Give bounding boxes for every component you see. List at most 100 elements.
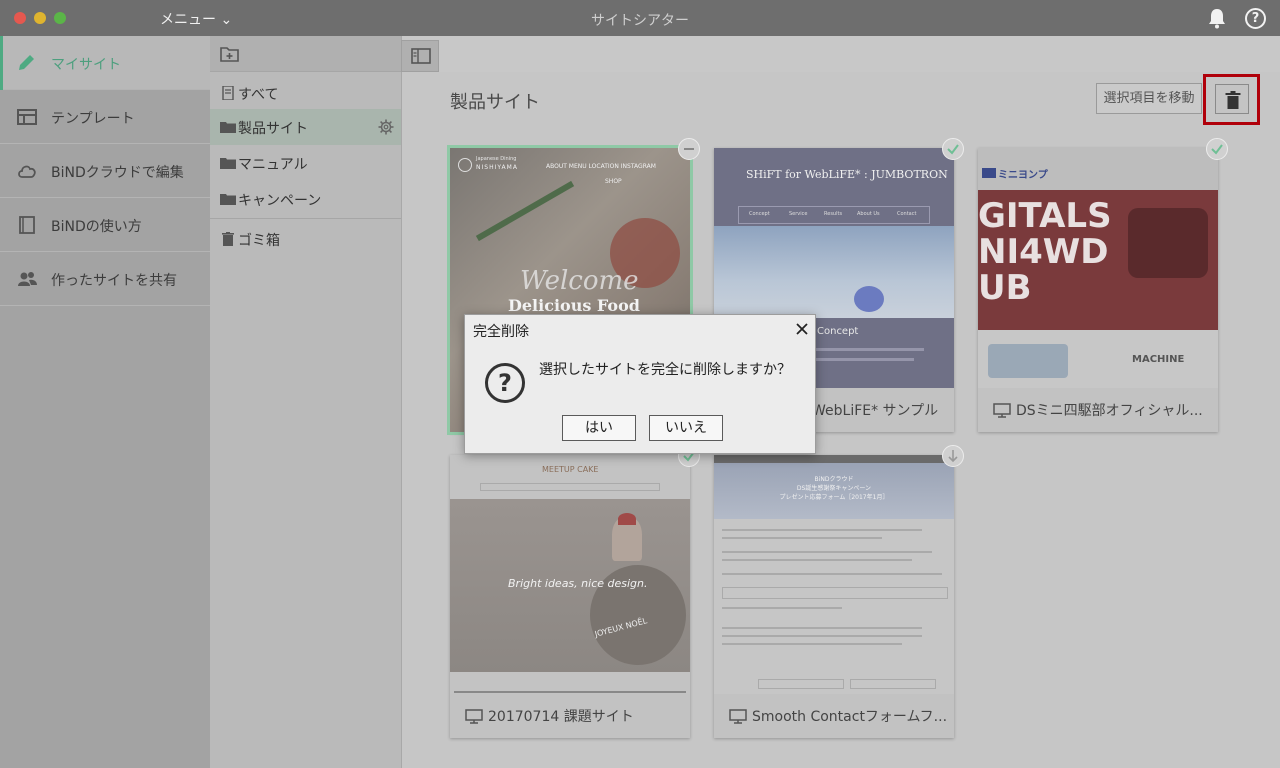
help-icon[interactable]: ?	[1245, 8, 1266, 29]
thumb-title: SHiFT for WebLiFE* : JUMBOTRON	[746, 168, 948, 181]
sidebar-item-bind-cloud[interactable]: BiNDクラウドで編集	[0, 144, 210, 198]
checkmark-icon	[1211, 144, 1223, 155]
thumb-section: MACHINE	[1132, 354, 1185, 365]
yes-button[interactable]: はい	[562, 415, 636, 441]
thumb-topbar	[714, 455, 954, 463]
sidebar: マイサイト テンプレート BiNDクラウドで編集 BiNDの使い方 作ったサイト…	[0, 36, 210, 768]
sidebar-item-label: マイサイト	[51, 57, 121, 73]
thumb-section: Concept	[817, 326, 859, 337]
site-logo-icon	[458, 158, 472, 172]
folder-toolbar	[210, 36, 401, 72]
template-icon	[17, 109, 37, 125]
thumb-line	[722, 573, 942, 575]
thumb-logo: MEETUP CAKE	[542, 465, 599, 474]
download-badge[interactable]	[942, 445, 964, 467]
desktop-icon	[729, 709, 747, 724]
card-footer: 20170714 課題サイト	[450, 694, 690, 738]
thumb-input	[850, 679, 936, 689]
select-badge[interactable]	[1206, 138, 1228, 160]
thumb-tagline: Bright ideas, nice design.	[508, 577, 648, 590]
folder-item-products[interactable]: 製品サイト	[210, 109, 401, 145]
thumb-line	[722, 607, 842, 609]
thumb-line	[722, 635, 922, 637]
thumb-logo-mark	[982, 168, 996, 178]
thumb-nav: ABOUT MENU LOCATION INSTAGRAM	[546, 163, 656, 170]
folder-icon	[220, 158, 236, 169]
title-bar: メニュー ⌄ サイトシアター ?	[0, 0, 1280, 36]
thumb-car	[1128, 208, 1208, 278]
select-badge[interactable]	[942, 138, 964, 160]
thumb-nav-item: Concept	[749, 211, 770, 217]
move-selected-button[interactable]: 選択項目を移動	[1096, 83, 1202, 114]
sidebar-item-label: BiNDクラウドで編集	[51, 165, 184, 181]
site-name: DSミニ四駆部オフィシャル...	[1016, 403, 1203, 419]
thumb-nav-item: Contact	[897, 211, 917, 217]
folder-item-trash[interactable]: ゴミ箱	[210, 221, 401, 257]
folder-item-label: マニュアル	[238, 157, 308, 173]
arrow-down-icon	[948, 450, 958, 463]
deselect-badge[interactable]	[678, 138, 700, 160]
folder-item-label: すべて	[238, 87, 279, 103]
checkmark-icon	[947, 144, 959, 155]
site-card[interactable]: MEETUP CAKE Bright ideas, nice design. J…	[450, 445, 700, 738]
site-thumbnail: ミニヨンプ GITALS NI4WD UB MACHINE	[978, 148, 1218, 388]
folder-icon	[220, 194, 236, 205]
thumb-input	[758, 679, 844, 689]
bell-icon[interactable]	[1206, 7, 1228, 29]
thumb-line	[814, 358, 914, 361]
thumb-welcome: Welcome	[520, 266, 639, 296]
sidebar-item-templates[interactable]: テンプレート	[0, 90, 210, 144]
desktop-icon	[993, 403, 1011, 418]
people-icon	[18, 272, 37, 286]
thumb-line	[722, 537, 882, 539]
close-icon[interactable]	[795, 322, 809, 336]
sidebar-item-my-sites[interactable]: マイサイト	[0, 36, 210, 90]
thumb-brand: NISHIYAMA	[476, 164, 518, 171]
sidebar-item-label: テンプレート	[51, 111, 135, 127]
thumb-line	[722, 551, 932, 553]
sidebar-item-share[interactable]: 作ったサイトを共有	[0, 252, 210, 306]
cloud-icon	[18, 165, 36, 178]
thumb-hat	[618, 513, 636, 525]
thumb-logo: ミニヨンプ	[998, 170, 1048, 181]
thumb-nav-item: Results	[824, 211, 843, 217]
thumb-input	[722, 587, 948, 599]
gear-icon[interactable]	[378, 119, 394, 135]
folder-item-label: ゴミ箱	[238, 233, 280, 249]
sidebar-item-how-to-use[interactable]: BiNDの使い方	[0, 198, 210, 252]
site-name: Smooth Contactフォームフ...	[752, 709, 948, 725]
thumb-navbar	[480, 483, 660, 491]
site-card[interactable]: BiNDクラウド DS誕生感謝祭キャンペーン プレゼント応募フォーム［2017年…	[714, 445, 964, 738]
sidebar-item-label: 作ったサイトを共有	[51, 273, 177, 289]
thumb-machine-image	[988, 344, 1068, 378]
trash-icon	[222, 232, 234, 246]
thumb-nav-item: About Us	[857, 211, 880, 217]
page-title: 製品サイト	[450, 92, 540, 113]
thumb-line	[722, 559, 912, 561]
site-name: 20170714 課題サイト	[488, 709, 634, 725]
folder-item-manual[interactable]: マニュアル	[210, 145, 401, 181]
sidebar-item-label: BiNDの使い方	[51, 219, 142, 235]
thumb-nav-shop: SHOP	[605, 178, 622, 185]
thumb-brand-top: Japanese Dining	[476, 156, 517, 162]
book-icon	[19, 216, 35, 234]
folder-item-all[interactable]: すべて	[210, 75, 401, 111]
folder-panel: すべて 製品サイト マニュアル キャンペーン ゴミ箱	[210, 36, 402, 768]
thumb-banner-text: GITALS NI4WD UB	[978, 196, 1112, 308]
add-folder-icon[interactable]	[219, 44, 241, 64]
no-button[interactable]: いいえ	[649, 415, 723, 441]
dialog-title: 完全削除	[473, 324, 529, 340]
thumb-flower	[854, 286, 884, 312]
site-thumbnail: MEETUP CAKE Bright ideas, nice design. J…	[450, 455, 690, 694]
thumb-line	[722, 529, 922, 531]
panel-toggle-button[interactable]	[401, 40, 439, 72]
desktop-icon	[465, 709, 483, 724]
minus-icon	[684, 148, 694, 150]
question-icon: ?	[485, 363, 525, 403]
confirm-delete-dialog: 完全削除 ? 選択したサイトを完全に削除しますか？ はい いいえ	[464, 314, 816, 454]
site-card[interactable]: ミニヨンプ GITALS NI4WD UB MACHINE DSミニ四駆部オフィ…	[978, 138, 1228, 432]
folder-item-campaign[interactable]: キャンペーン	[210, 181, 401, 217]
document-icon	[222, 86, 234, 100]
thumb-line	[814, 348, 924, 351]
thumb-skewer	[475, 180, 575, 242]
